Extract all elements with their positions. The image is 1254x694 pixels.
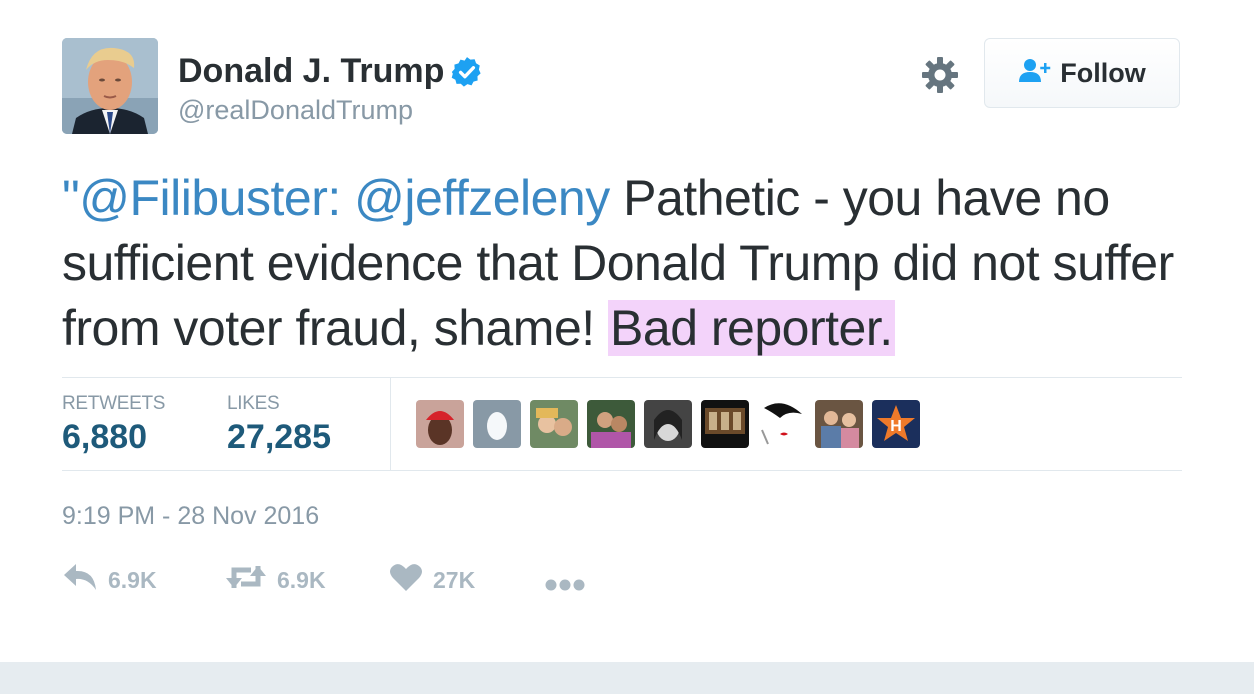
mention-link-filibuster[interactable]: @Filibuster xyxy=(79,170,328,226)
gear-icon[interactable] xyxy=(920,55,960,95)
heart-icon xyxy=(389,562,423,598)
reply-count: 6.9K xyxy=(108,566,157,593)
verified-badge-icon xyxy=(450,55,484,89)
user-name[interactable]: Donald J. Trump xyxy=(178,52,484,91)
tweet-timestamp[interactable]: 9:19 PM - 28 Nov 2016 xyxy=(62,502,319,531)
mention-link-jeffzeleny[interactable]: @jeffzeleny xyxy=(354,170,610,226)
avatar[interactable] xyxy=(62,38,158,134)
tweet-text: "@Filibuster: @jeffzeleny Pathetic - you… xyxy=(62,166,1192,361)
reply-button[interactable]: 6.9K xyxy=(62,562,157,598)
follow-button[interactable]: Follow xyxy=(984,38,1180,108)
mention-colon: : xyxy=(327,170,341,226)
add-user-icon xyxy=(1018,57,1052,90)
liker-avatar[interactable] xyxy=(815,400,863,448)
quote-mark: " xyxy=(62,170,80,226)
liker-avatar[interactable]: H xyxy=(872,400,920,448)
stats-top-divider xyxy=(62,377,1182,378)
liker-avatar[interactable] xyxy=(587,400,635,448)
retweet-icon xyxy=(225,562,267,598)
likes-count[interactable]: 27,285 xyxy=(227,418,331,457)
stats-vertical-divider xyxy=(390,378,391,470)
svg-text:H: H xyxy=(890,418,902,435)
like-count: 27K xyxy=(433,566,476,593)
liker-avatar[interactable] xyxy=(758,400,806,448)
liker-avatar[interactable] xyxy=(644,400,692,448)
user-name-text[interactable]: Donald J. Trump xyxy=(178,52,444,91)
stats-bottom-divider xyxy=(62,470,1182,471)
retweets-label[interactable]: RETWEETS xyxy=(62,393,165,415)
retweets-count[interactable]: 6,880 xyxy=(62,418,147,457)
highlighted-text: Bad reporter. xyxy=(608,300,895,356)
liker-avatar[interactable] xyxy=(530,400,578,448)
egg-avatar[interactable] xyxy=(473,400,521,448)
liker-avatar[interactable] xyxy=(701,400,749,448)
liker-avatars: H xyxy=(416,400,920,448)
page-footer-strip xyxy=(0,662,1254,694)
retweet-count: 6.9K xyxy=(277,566,326,593)
liker-avatar[interactable] xyxy=(416,400,464,448)
more-options-button[interactable] xyxy=(544,571,586,598)
retweet-button[interactable]: 6.9K xyxy=(225,562,326,598)
like-button[interactable]: 27K xyxy=(389,562,475,598)
likes-label[interactable]: LIKES xyxy=(227,393,280,415)
follow-button-label: Follow xyxy=(1060,57,1146,88)
reply-icon xyxy=(62,562,98,598)
more-dots-icon xyxy=(544,571,586,598)
user-handle[interactable]: @realDonaldTrump xyxy=(178,95,413,126)
tweet-card: Donald J. Trump @realDonaldTrump Follow … xyxy=(0,0,1254,662)
